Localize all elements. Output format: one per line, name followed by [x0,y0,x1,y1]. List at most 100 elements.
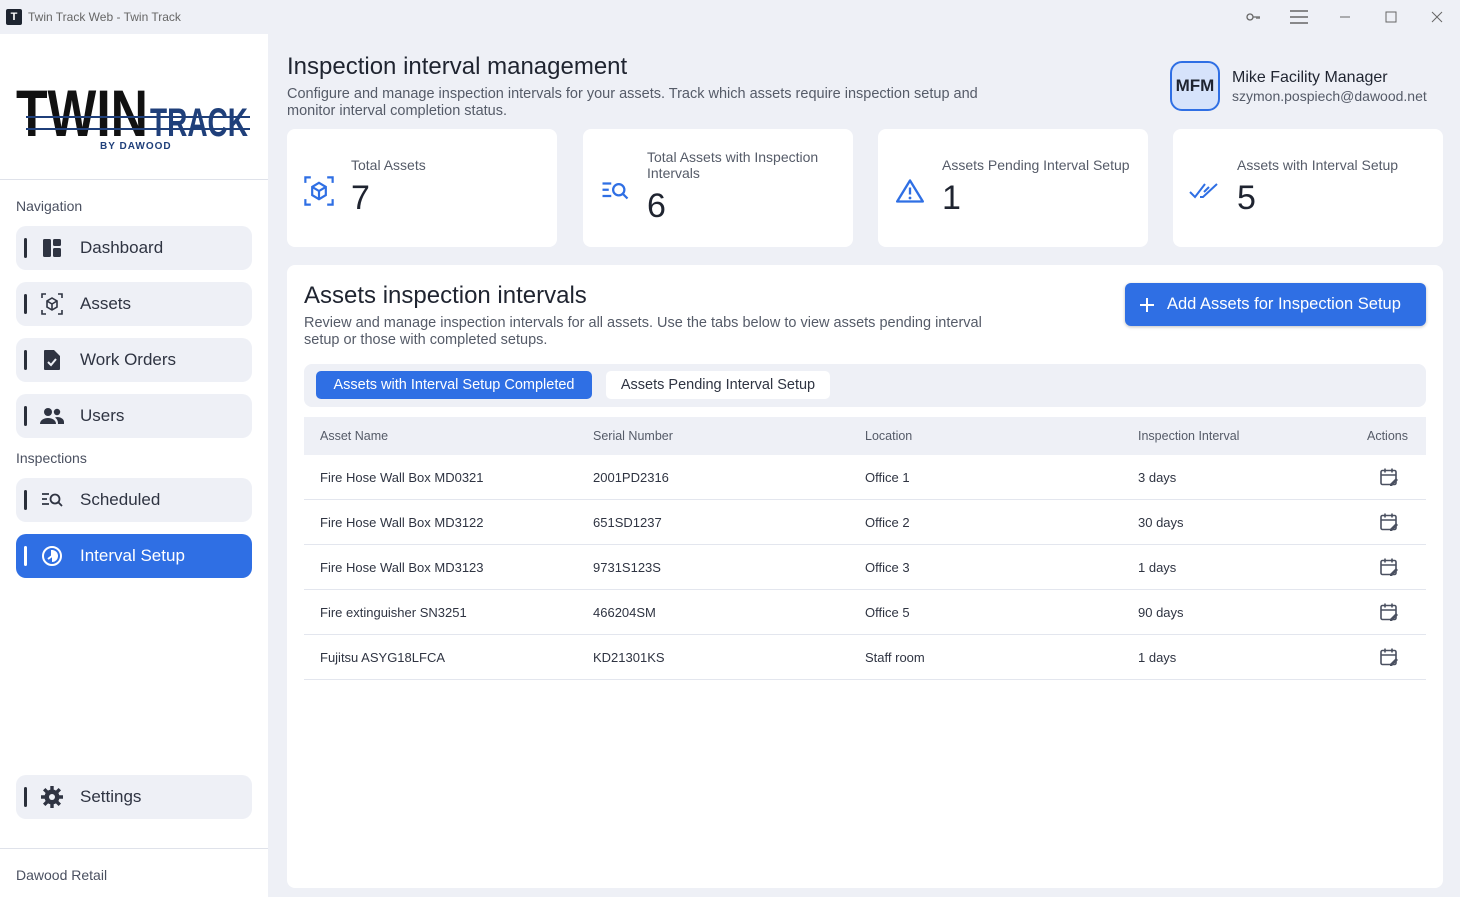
stat-card-with-setup: Assets with Interval Setup 5 [1173,129,1443,247]
sidebar-item-label: Settings [80,787,142,806]
sidebar-item-interval-setup[interactable]: Interval Setup [16,534,252,578]
cell-serial-number: 2001PD2316 [593,470,669,485]
app-icon: T [6,9,22,25]
sidebar-item-label: Users [80,406,125,425]
close-icon[interactable] [1414,0,1460,34]
cell-location: Office 1 [865,470,910,485]
table-row[interactable]: Fire Hose Wall Box MD0321 2001PD2316 Off… [304,455,1426,500]
cell-serial-number: KD21301KS [593,650,665,665]
panel-title: Assets inspection intervals [304,282,587,309]
edit-calendar-icon[interactable] [1379,647,1401,669]
users-icon [40,404,64,428]
cell-serial-number: 651SD1237 [593,515,662,530]
column-header-asset-name[interactable]: Asset Name [320,429,388,443]
menu-icon[interactable] [1276,0,1322,34]
column-header-actions: Actions [1367,429,1408,443]
stat-value: 6 [647,187,666,225]
minimize-icon[interactable] [1322,0,1368,34]
sidebar-item-label: Work Orders [80,350,177,369]
warning-icon [894,175,926,207]
inspections-section-label: Inspections [16,450,87,466]
avatar[interactable]: MFM [1170,61,1220,111]
window-controls [1230,0,1460,34]
column-header-location[interactable]: Location [865,429,912,443]
edit-calendar-icon[interactable] [1379,602,1401,624]
table-row[interactable]: Fire Hose Wall Box MD3123 9731S123S Offi… [304,545,1426,590]
tab-pending-setup[interactable]: Assets Pending Interval Setup [606,371,830,399]
gear-icon [40,785,64,809]
twintrack-logo[interactable]: TWIN TRACK BY DAWOOD [16,74,252,154]
cell-location: Staff room [865,650,925,665]
stat-card-pending-setup: Assets Pending Interval Setup 1 [878,129,1148,247]
nav-indicator [24,406,27,426]
window-title: Twin Track Web - Twin Track [28,10,181,24]
cell-location: Office 3 [865,560,910,575]
logo-byline: BY DAWOOD [100,141,172,152]
table-row[interactable]: Fujitsu ASYG18LFCA KD21301KS Staff room … [304,635,1426,680]
stat-label: Assets with Interval Setup [1237,157,1399,173]
stat-card-total-assets: Total Assets 7 [287,129,557,247]
column-header-inspection-interval[interactable]: Inspection Interval [1138,429,1239,443]
stat-label: Assets Pending Interval Setup [942,157,1130,173]
navigation-section-label: Navigation [16,198,83,214]
cell-asset-name: Fire Hose Wall Box MD3122 [320,515,484,530]
sidebar-item-label: Interval Setup [80,546,185,565]
sidebar-item-scheduled[interactable]: Scheduled [16,478,252,522]
nav-indicator [24,238,27,258]
sidebar-item-settings[interactable]: Settings [16,775,252,819]
column-header-serial-number[interactable]: Serial Number [593,429,673,443]
cell-asset-name: Fire Hose Wall Box MD3123 [320,560,484,575]
nav-indicator [24,546,27,566]
sidebar-item-users[interactable]: Users [16,394,252,438]
cell-interval: 3 days [1138,470,1177,485]
table-header: Asset Name Serial Number Location Inspec… [304,417,1426,455]
stat-label: Total Assets with Inspection Intervals [647,149,819,181]
cell-interval: 1 days [1138,650,1177,665]
sidebar-item-label: Assets [80,294,132,313]
cell-asset-name: Fire extinguisher SN3251 [320,605,467,620]
cell-location: Office 5 [865,605,910,620]
key-icon[interactable] [1230,0,1276,34]
tab-setup-completed[interactable]: Assets with Interval Setup Completed [316,371,592,399]
interval-icon [40,544,64,568]
cell-interval: 1 days [1138,560,1177,575]
page-title: Inspection interval management [287,53,628,80]
table-row[interactable]: Fire Hose Wall Box MD3122 651SD1237 Offi… [304,500,1426,545]
stat-value: 7 [351,179,370,217]
cell-serial-number: 9731S123S [593,560,661,575]
nav-indicator [24,787,27,807]
sidebar-item-assets[interactable]: Assets [16,282,252,326]
stat-card-assets-with-intervals: Total Assets with Inspection Intervals 6 [583,129,853,247]
stat-value: 5 [1237,179,1256,217]
table-row[interactable]: Fire extinguisher SN3251 466204SM Office… [304,590,1426,635]
divider [0,848,268,849]
maximize-icon[interactable] [1368,0,1414,34]
sidebar-item-label: Scheduled [80,490,161,509]
cell-asset-name: Fujitsu ASYG18LFCA [320,650,445,665]
stat-label: Total Assets [351,157,426,173]
tab-bar: Assets with Interval Setup Completed Ass… [304,364,1426,407]
assets-intervals-panel: Assets inspection intervals Review and m… [287,265,1443,888]
cell-interval: 90 days [1138,605,1184,620]
plus-icon [1137,295,1157,315]
edit-calendar-icon[interactable] [1379,557,1401,579]
panel-description: Review and manage inspection intervals f… [304,315,982,348]
organization-name: Dawood Retail [16,867,108,883]
user-email: szymon.pospiech@dawood.net [1232,88,1427,104]
stat-value: 1 [942,179,961,217]
cell-location: Office 2 [865,515,910,530]
sidebar-item-work-orders[interactable]: Work Orders [16,338,252,382]
scheduled-icon [40,488,64,512]
nav-indicator [24,294,27,314]
edit-calendar-icon[interactable] [1379,512,1401,534]
edit-calendar-icon[interactable] [1379,467,1401,489]
sidebar-item-dashboard[interactable]: Dashboard [16,226,252,270]
page-description: Configure and manage inspection interval… [287,86,978,119]
add-assets-button[interactable]: Add Assets for Inspection Setup [1125,283,1426,326]
double-check-icon [1189,175,1221,207]
cube-icon [303,175,335,207]
add-assets-button-label: Add Assets for Inspection Setup [1167,295,1401,313]
sidebar: TWIN TRACK BY DAWOOD Navigation Dashboar… [0,34,268,897]
cell-interval: 30 days [1138,515,1184,530]
nav-indicator [24,350,27,370]
